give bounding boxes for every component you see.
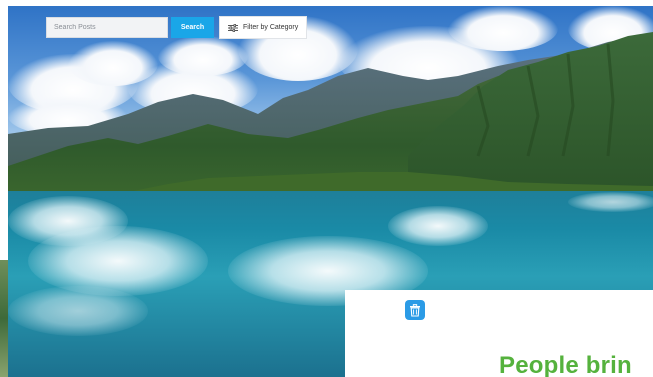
search-button-label: Search [180, 24, 205, 31]
sliders-icon [228, 23, 238, 32]
trash-icon[interactable] [405, 300, 425, 320]
surf [8, 286, 148, 336]
surf [568, 192, 653, 212]
filter-label: Filter by Category [243, 24, 299, 31]
surf [388, 206, 488, 246]
post-card: People brin [345, 290, 653, 377]
side-image-strip [0, 260, 8, 377]
page: Search Filter by Category Pe [0, 0, 653, 377]
search-button[interactable]: Search [171, 17, 214, 38]
post-heading: People brin [499, 352, 632, 377]
search-input[interactable] [46, 17, 168, 38]
filter-by-category-button[interactable]: Filter by Category [219, 16, 307, 39]
surf [28, 226, 208, 296]
